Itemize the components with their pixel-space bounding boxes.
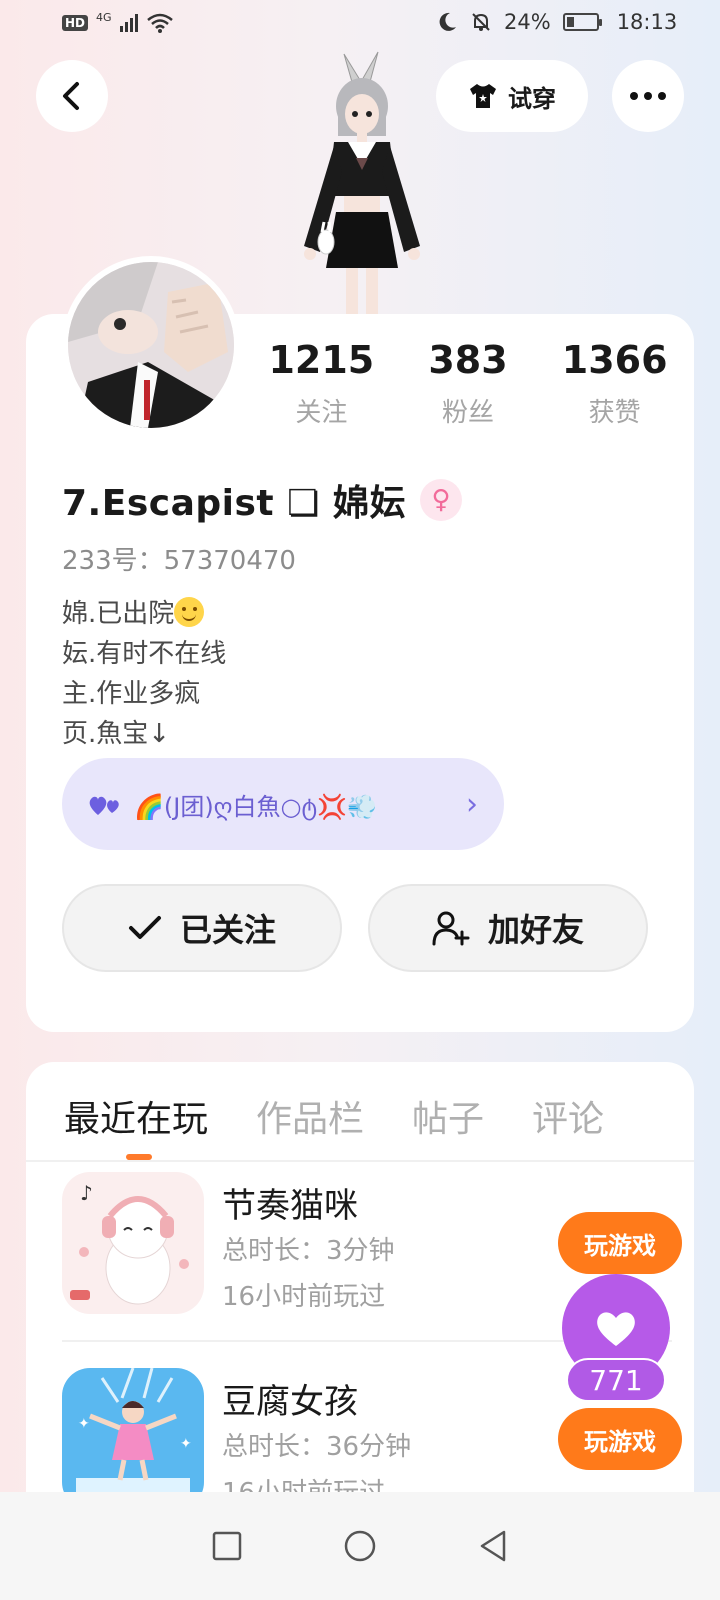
followed-label: 已关注 [179,911,276,949]
action-buttons: 已关注 加好友 [62,884,648,972]
status-right: 24% 18:13 [436,10,677,34]
game-icon: ✦ ✦ [62,1368,204,1510]
fans-label: 粉丝 [441,398,494,428]
game-name: 豆腐女孩 [222,1382,358,1422]
add-friend-label: 加好友 [487,911,584,949]
add-user-icon [432,911,470,946]
likes-count: 1366 [561,338,668,382]
home-circle-icon[interactable] [343,1529,377,1563]
stat-following[interactable]: 1215 关注 [251,338,391,429]
game-last-played: 16小时前玩过 [222,1282,386,1312]
hearts-icon [89,796,119,815]
recents-square-icon[interactable] [211,1530,243,1562]
likes-label: 获赞 [588,398,641,428]
network-type: 4G [96,10,112,24]
try-on-label: 试穿 [508,84,556,113]
try-on-button[interactable]: 试穿 [436,60,588,132]
avatar[interactable] [62,256,240,434]
play-game-button[interactable]: 玩游戏 [558,1212,682,1274]
bio-line: 妘.有时不在线 [62,639,227,669]
fans-count: 383 [428,338,508,382]
game-icon: ♪ [62,1172,204,1314]
dot-icon [644,92,652,100]
bio-line-text: 婂.已出院 [62,599,175,629]
back-triangle-icon[interactable] [477,1529,509,1563]
tab-comments[interactable]: 评论 [532,1090,604,1142]
name-row: 7.Escapist ❏ 婂妘 ♀ [62,474,462,526]
mute-bell-icon [472,13,490,31]
wifi-icon [146,13,173,33]
status-left: HD 4G [62,10,174,34]
avatar-image [68,262,234,428]
tab-bar: 最近在玩 作品栏 帖子 评论 [64,1090,604,1142]
play-game-button[interactable]: 玩游戏 [558,1408,682,1470]
chevron-right-icon: › [466,786,478,822]
following-count: 1215 [268,338,375,382]
bio: 婂.已出院 妘.有时不在线 主.作业多疯 页.魚宝↓ [62,594,226,754]
smile-emoji-icon [174,597,205,627]
club-badge[interactable]: 🌈(J团)ღ白魚○ტ💢💨 › [62,758,504,850]
svg-text:✦: ✦ [78,1416,90,1432]
dot-icon [658,92,666,100]
clock: 18:13 [616,10,678,34]
avatar-figure [282,46,442,314]
female-icon: ♀ [419,479,462,521]
battery-percent: 24% [504,10,551,34]
club-name: 🌈(J团)ღ白魚○ტ💢💨 [134,792,377,821]
followed-button[interactable]: 已关注 [62,884,342,972]
stat-likes[interactable]: 1366 获赞 [545,338,685,429]
bio-line: 主.作业多疯 [62,679,201,709]
stats-row: 1215 关注 383 粉丝 1366 获赞 [248,338,688,429]
system-nav-bar [0,1492,720,1600]
heart-icon [597,1312,635,1346]
tab-works[interactable]: 作品栏 [256,1090,364,1142]
user-name: 7.Escapist ❏ 婂妘 [62,483,406,524]
bio-line: 婂.已出院 [62,594,226,634]
divider [26,1160,694,1162]
back-arrow-icon [63,82,79,110]
tab-recently-played[interactable]: 最近在玩 [64,1090,208,1142]
battery-icon [562,13,602,31]
bio-line: 页.魚宝↓ [62,719,171,749]
user-id: 233号：57370470 [62,546,296,576]
svg-text:♪: ♪ [80,1181,93,1205]
following-label: 关注 [295,398,348,428]
moon-icon [439,12,456,31]
add-friend-button[interactable]: 加好友 [368,884,648,972]
status-bar: HD 4G 24% 18:13 [0,0,720,50]
game-duration: 总时长：3分钟 [222,1236,395,1266]
like-count: 771 [566,1358,666,1402]
stat-fans[interactable]: 383 粉丝 [398,338,538,429]
signal-icon [119,14,138,32]
game-name: 节奏猫咪 [222,1186,358,1226]
hd-badge: HD [62,15,89,31]
game-duration: 总时长：36分钟 [222,1432,412,1462]
more-options-button[interactable] [612,60,684,132]
back-button[interactable] [36,60,108,132]
tshirt-icon [470,84,496,108]
dot-icon [630,92,638,100]
tab-posts[interactable]: 帖子 [412,1090,484,1142]
check-icon [128,916,161,939]
svg-text:✦: ✦ [180,1436,192,1452]
